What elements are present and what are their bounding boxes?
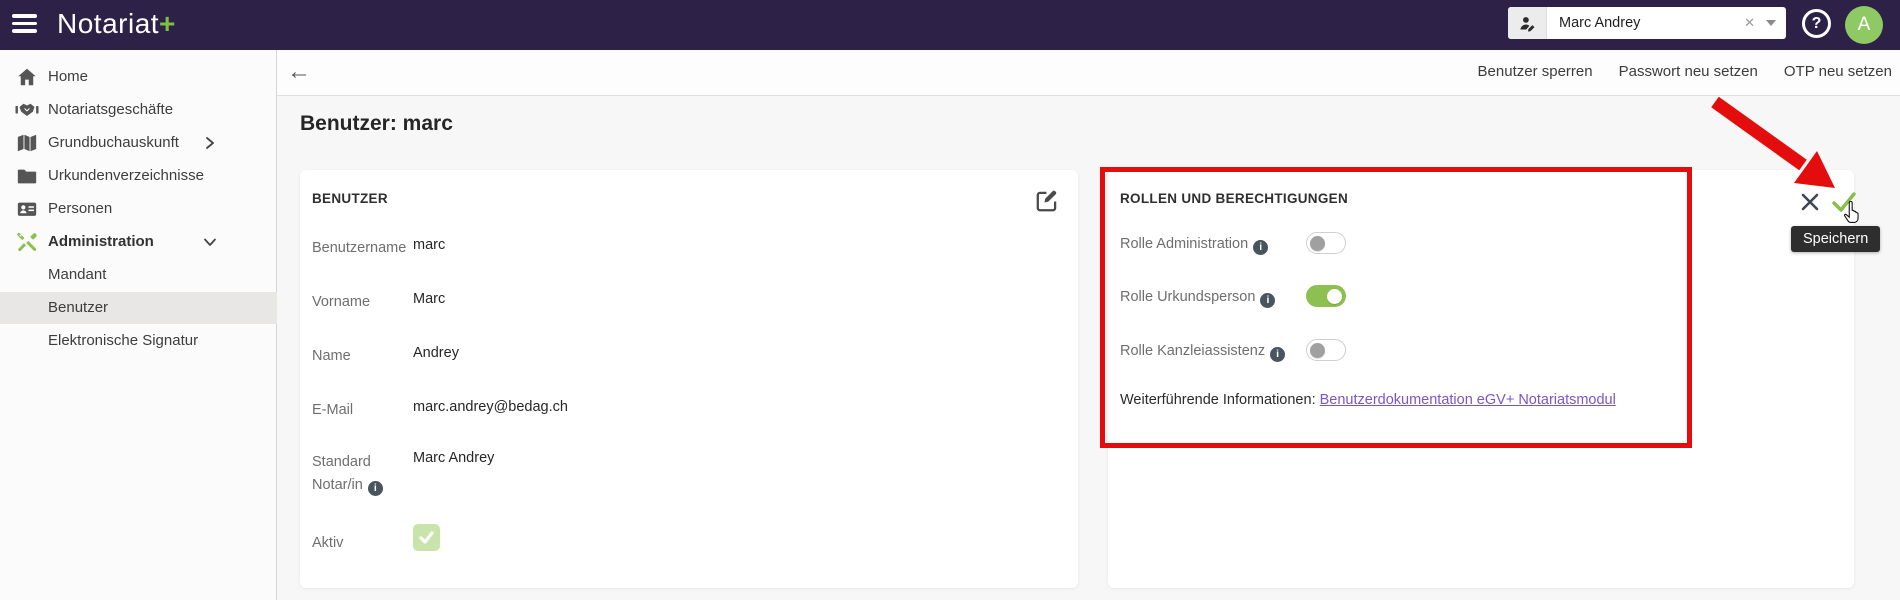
role-label-text: Rolle Kanzleiassistenz bbox=[1120, 343, 1266, 359]
sidebar-item-label: Mandant bbox=[48, 266, 107, 283]
sidebar-item-mandant[interactable]: Mandant bbox=[0, 259, 277, 291]
sidebar-item-grundbuchauskunft[interactable]: Grundbuchauskunft bbox=[0, 127, 277, 159]
handshake-icon bbox=[15, 98, 39, 122]
field-value: Andrey bbox=[413, 345, 459, 361]
back-button[interactable]: ← bbox=[287, 56, 311, 88]
benutzer-sperren-button[interactable]: Benutzer sperren bbox=[1478, 63, 1593, 80]
field-label: Benutzername bbox=[312, 240, 407, 256]
documentation-link[interactable]: Benutzerdokumentation eGV+ Notariatsmodu… bbox=[1320, 392, 1616, 408]
page-title: Benutzer: marc bbox=[300, 112, 453, 135]
avatar[interactable]: A bbox=[1845, 6, 1883, 44]
app-logo: Notariat+ bbox=[57, 8, 176, 40]
sidebar-item-label: Notariatsgeschäfte bbox=[48, 101, 174, 118]
toggle-knob bbox=[1310, 342, 1325, 358]
field-label: Vorname bbox=[312, 294, 371, 310]
sidebar-item-label: Personen bbox=[48, 200, 113, 217]
content-header: ← Benutzer sperren Passwort neu setzen O… bbox=[277, 50, 1900, 96]
toggle-rolle-urkundsperson[interactable] bbox=[1306, 285, 1346, 307]
role-label: Rolle Kanzleiassistenz i bbox=[1120, 343, 1286, 362]
chevron-down-icon[interactable] bbox=[1766, 20, 1776, 26]
sidebar-item-administration[interactable]: Administration bbox=[0, 226, 277, 258]
contact-card-icon bbox=[15, 197, 39, 221]
sidebar: Home Notariatsgeschäfte Grundbuchauskunf… bbox=[0, 50, 277, 600]
roles-info-line: Weiterführende Informationen: Benutzerdo… bbox=[1120, 392, 1616, 408]
role-label: Rolle Urkundsperson i bbox=[1120, 289, 1276, 308]
top-bar: Notariat+ Marc Andrey ✕ ? A bbox=[0, 0, 1900, 50]
clear-icon[interactable]: ✕ bbox=[1744, 15, 1755, 31]
info-icon[interactable]: i bbox=[367, 481, 383, 496]
info-icon[interactable]: i bbox=[1253, 239, 1269, 255]
logo-text: Notariat bbox=[57, 8, 160, 39]
menu-icon[interactable] bbox=[12, 14, 37, 36]
field-label-text: Standard Notar/in bbox=[312, 454, 371, 493]
field-label: Name bbox=[312, 348, 351, 364]
home-icon bbox=[15, 65, 39, 89]
roles-card-title: ROLLEN UND BERECHTIGUNGEN bbox=[1120, 191, 1349, 206]
passwort-neu-setzen-button[interactable]: Passwort neu setzen bbox=[1619, 63, 1758, 80]
user-card-title: BENUTZER bbox=[312, 191, 388, 206]
field-label: E-Mail bbox=[312, 402, 354, 418]
user-picker[interactable]: Marc Andrey ✕ bbox=[1508, 7, 1786, 39]
field-value: marc.andrey@bedag.ch bbox=[413, 399, 568, 415]
sidebar-item-notariatsgeschaefte[interactable]: Notariatsgeschäfte bbox=[0, 94, 277, 126]
header-actions: Benutzer sperren Passwort neu setzen OTP… bbox=[1478, 63, 1892, 80]
toggle-knob bbox=[1327, 288, 1342, 304]
save-tooltip: Speichern bbox=[1791, 226, 1881, 252]
toggle-rolle-administration[interactable] bbox=[1306, 232, 1346, 254]
user-picker-value: Marc Andrey bbox=[1559, 15, 1641, 31]
save-check-icon[interactable] bbox=[1830, 188, 1858, 216]
toggle-rolle-kanzleiassistenz[interactable] bbox=[1306, 339, 1346, 361]
sidebar-item-personen[interactable]: Personen bbox=[0, 193, 277, 225]
person-edit-icon bbox=[1508, 7, 1547, 39]
sidebar-item-label: Administration bbox=[48, 233, 154, 250]
sidebar-item-elektronische-signatur[interactable]: Elektronische Signatur bbox=[0, 325, 277, 357]
help-icon[interactable]: ? bbox=[1802, 9, 1831, 38]
toggle-knob bbox=[1310, 235, 1325, 251]
field-value: marc bbox=[413, 237, 446, 253]
otp-neu-setzen-button[interactable]: OTP neu setzen bbox=[1784, 63, 1892, 80]
map-icon bbox=[15, 131, 39, 155]
info-icon[interactable]: i bbox=[1270, 346, 1286, 362]
roles-card: ROLLEN UND BERECHTIGUNGEN Rolle Administ… bbox=[1108, 170, 1856, 588]
info-prefix: Weiterführende Informationen: bbox=[1120, 392, 1320, 408]
field-value: Marc Andrey bbox=[413, 450, 495, 466]
user-card: BENUTZER Benutzername marc Vorname Marc … bbox=[300, 170, 1078, 588]
chevron-right-icon bbox=[203, 136, 217, 155]
sidebar-item-label: Grundbuchauskunft bbox=[48, 134, 179, 151]
sidebar-item-label: Urkundenverzeichnisse bbox=[48, 167, 204, 184]
field-value: Marc bbox=[413, 291, 446, 307]
aktiv-checkbox[interactable] bbox=[413, 524, 440, 551]
sidebar-item-label: Benutzer bbox=[48, 299, 109, 316]
sidebar-item-label: Elektronische Signatur bbox=[48, 332, 199, 349]
folder-icon bbox=[15, 164, 39, 188]
logo-plus: + bbox=[159, 8, 176, 39]
app-root: Notariat+ Marc Andrey ✕ ? A Home Notaria… bbox=[0, 0, 1900, 600]
chevron-down-icon bbox=[203, 235, 217, 254]
sidebar-item-benutzer[interactable]: Benutzer bbox=[0, 292, 277, 324]
role-label-text: Rolle Urkundsperson bbox=[1120, 289, 1256, 305]
field-label: Aktiv bbox=[312, 535, 344, 551]
sidebar-item-urkundenverzeichnisse[interactable]: Urkundenverzeichnisse bbox=[0, 160, 277, 192]
field-label: Standard Notar/in i bbox=[312, 451, 412, 497]
info-icon[interactable]: i bbox=[1260, 292, 1276, 308]
cancel-icon[interactable] bbox=[1798, 190, 1822, 214]
tools-icon bbox=[15, 230, 39, 254]
edit-icon[interactable] bbox=[1034, 188, 1060, 214]
role-label-text: Rolle Administration bbox=[1120, 236, 1249, 252]
sidebar-item-home[interactable]: Home bbox=[0, 61, 277, 93]
role-label: Rolle Administration i bbox=[1120, 236, 1269, 255]
sidebar-item-label: Home bbox=[48, 68, 89, 85]
